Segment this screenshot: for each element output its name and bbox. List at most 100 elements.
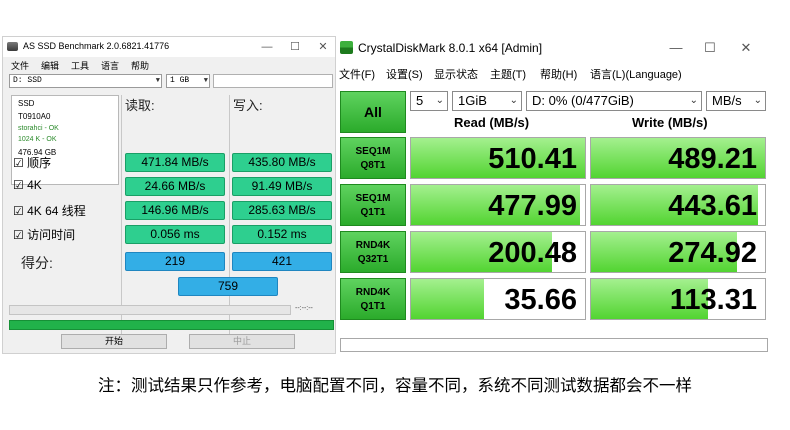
write-result-value: 443.61 [668,190,757,222]
test-size-select[interactable]: 1GiB ⌄ [452,91,522,111]
maximize-icon[interactable]: ☐ [698,40,722,56]
elapsed-time: --:--:-- [295,305,313,312]
test-size-value: 1GiB [458,93,487,108]
write-result-value: 274.92 [668,237,757,269]
chevron-down-icon: ⌄ [509,95,518,106]
as-ssd-menubar: 文件 编辑 工具 语言 帮助 [3,58,335,72]
test-button-rnd4k-q1t1[interactable]: RND4K Q1T1 [340,278,406,320]
unit-select-value: MB/s [712,93,742,108]
size-select[interactable]: 1 GB ▼ [166,74,210,88]
cdm-main-area: All 5 ⌄ 1GiB ⌄ D: 0% (0/477GiB) ⌄ MB/s ⌄… [336,84,772,354]
test-count-value: 5 [416,93,424,108]
score-label: 得分: [21,255,53,271]
menu-file[interactable]: 文件(F) [339,66,375,82]
read-result-cell: 35.66 [410,278,586,320]
menu-language[interactable]: 语言 [101,59,119,72]
row-label-4k64[interactable]: ☑ 4K 64 线程 [13,202,86,219]
menu-display-status[interactable]: 显示状态 [434,66,478,82]
score-read: 219 [125,252,225,271]
as-ssd-window: AS SSD Benchmark 2.0.6821.41776 — ☐ ✕ 文件… [2,36,336,354]
drive-select[interactable]: D: SSD ▼ [9,74,162,88]
test-line1: RND4K [355,287,391,298]
4k-write-value: 91.49 MB/s [232,177,332,196]
close-icon[interactable]: ✕ [313,39,333,55]
test-line2: Q8T1 [360,160,386,171]
menu-help[interactable]: 帮助 [131,59,149,72]
size-select-value: 1 GB [170,76,190,85]
alignment-status: 1024 K - OK [18,136,57,143]
as-ssd-titlebar: AS SSD Benchmark 2.0.6821.41776 — ☐ ✕ [3,37,335,57]
write-result-cell: 489.21 [590,137,766,179]
driver-status: storahci - OK [18,125,59,132]
read-result-value: 35.66 [504,284,577,316]
read-result-value: 510.41 [488,143,577,175]
progress-bar-complete [9,320,334,330]
as-ssd-title: AS SSD Benchmark 2.0.6821.41776 [23,41,170,51]
comment-field[interactable] [340,338,768,352]
menu-file[interactable]: 文件 [11,59,29,72]
read-result-cell: 477.99 [410,184,586,226]
seq-write-value: 435.80 MB/s [232,153,332,172]
read-result-cell: 200.48 [410,231,586,273]
test-line1: RND4K [355,240,391,251]
4k64-write-value: 285.63 MB/s [232,201,332,220]
write-result-cell: 443.61 [590,184,766,226]
seq-read-value: 471.84 MB/s [125,153,225,172]
row-label-access-time[interactable]: ☑ 访问时间 [13,226,75,243]
write-result-value: 113.31 [669,284,757,316]
access-read-value: 0.056 ms [125,225,225,244]
read-result-bar [411,279,485,319]
read-result-value: 200.48 [488,237,577,269]
column-divider [229,95,230,339]
write-header: Write (MB/s) [632,115,708,130]
row-label-seq[interactable]: ☑ 顺序 [13,154,51,171]
test-line2: Q32T1 [357,254,389,265]
write-result-value: 489.21 [668,143,757,175]
menu-language[interactable]: 语言(L)(Language) [590,66,682,82]
crystal-app-icon [340,41,353,54]
footnote: 注：测试结果只作参考，电脑配置不同，容量不同，系统不同测试数据都会不一样 [98,376,692,395]
menu-settings[interactable]: 设置(S) [386,66,423,82]
access-write-value: 0.152 ms [232,225,332,244]
chevron-down-icon: ⌄ [435,95,444,106]
menu-tools[interactable]: 工具 [71,59,89,72]
test-button-rnd4k-q32t1[interactable]: RND4K Q32T1 [340,231,406,273]
drive-select[interactable]: D: 0% (0/477GiB) ⌄ [526,91,702,111]
write-result-cell: 113.31 [590,278,766,320]
all-button[interactable]: All [340,91,406,133]
read-header: 读取: [125,98,155,113]
start-button[interactable]: 开始 [61,334,167,349]
score-total: 759 [178,277,278,296]
minimize-icon[interactable]: — [664,40,688,56]
menu-theme[interactable]: 主题(T) [490,66,526,82]
chevron-down-icon: ⌄ [753,95,762,106]
drive-info-panel: SSD T0910A0 storahci - OK 1024 K - OK 47… [11,95,119,185]
read-result-cell: 510.41 [410,137,586,179]
test-button-seq1m-q1t1[interactable]: SEQ1M Q1T1 [340,184,406,226]
4k-read-value: 24.66 MB/s [125,177,225,196]
stop-button[interactable]: 中止 [189,334,295,349]
row-label-4k[interactable]: ☑ 4K [13,178,42,192]
blank-input[interactable] [213,74,333,88]
screenshot-canvas: AS SSD Benchmark 2.0.6821.41776 — ☐ ✕ 文件… [0,0,790,430]
unit-select[interactable]: MB/s ⌄ [706,91,766,111]
drive-name: SSD [18,99,35,108]
test-line2: Q1T1 [360,301,386,312]
test-count-select[interactable]: 5 ⌄ [410,91,448,111]
crystaldiskmark-window: CrystalDiskMark 8.0.1 x64 [Admin] — ☐ ✕ … [336,36,772,354]
test-button-seq1m-q8t1[interactable]: SEQ1M Q8T1 [340,137,406,179]
drive-select-value: D: 0% (0/477GiB) [532,93,634,108]
chevron-down-icon: ⌄ [689,95,698,106]
close-icon[interactable]: ✕ [734,40,758,56]
chevron-down-icon: ▼ [203,77,208,85]
menu-help[interactable]: 帮助(H) [540,66,577,82]
test-line2: Q1T1 [360,207,386,218]
write-header: 写入: [233,98,263,113]
maximize-icon[interactable]: ☐ [285,39,305,55]
menu-edit[interactable]: 编辑 [41,59,59,72]
minimize-icon[interactable]: — [257,39,277,55]
4k64-read-value: 146.96 MB/s [125,201,225,220]
test-line1: SEQ1M [355,193,391,204]
disk-app-icon [7,42,18,51]
column-divider [121,95,122,339]
